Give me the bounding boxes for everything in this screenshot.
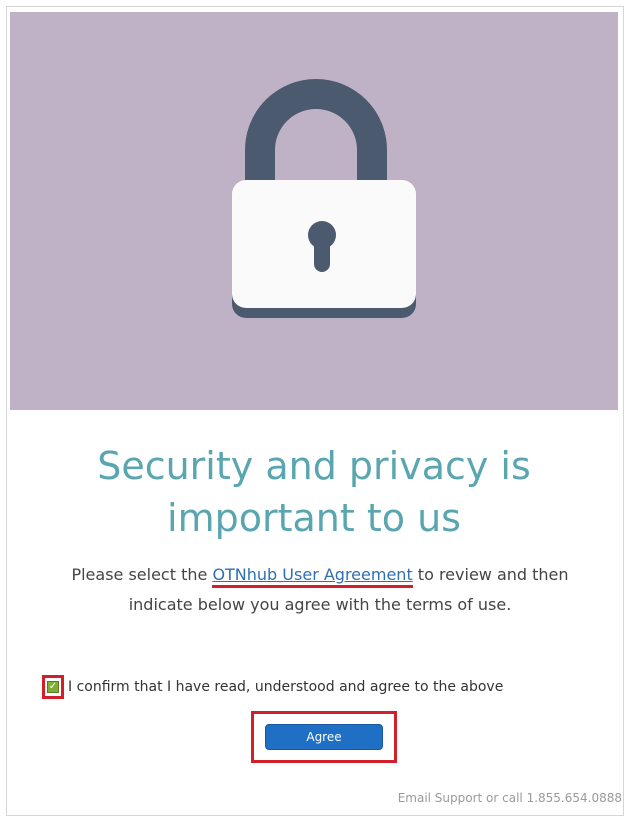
confirm-label: I confirm that I have read, understood a… (68, 679, 504, 695)
agree-button[interactable]: Agree (265, 724, 383, 750)
padlock-icon (232, 79, 416, 318)
support-contact[interactable]: Email Support or call 1.855.654.0888 (398, 791, 622, 805)
page-title-line2: important to us (167, 496, 461, 540)
hero-banner (10, 12, 618, 410)
page-title-line1: Security and privacy is (97, 444, 531, 488)
agree-button-highlight: Agree (251, 711, 397, 763)
checkmark-icon: ✓ (47, 681, 59, 693)
user-agreement-link[interactable]: OTNhub User Agreement (212, 565, 413, 588)
confirm-checkbox[interactable]: ✓ (42, 675, 64, 699)
page-title: Security and privacy is important to us (10, 440, 618, 544)
confirm-row: ✓ I confirm that I have read, understood… (42, 673, 503, 701)
description-text-before: Please select the (71, 565, 213, 584)
agreement-description: Please select the OTNhub User Agreement … (40, 560, 600, 620)
